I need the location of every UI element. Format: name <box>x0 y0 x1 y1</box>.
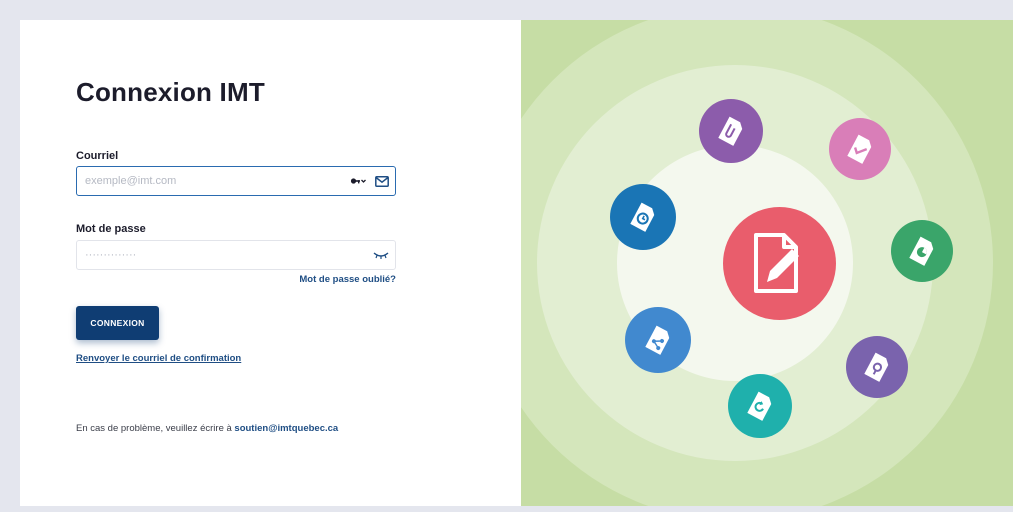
forgot-password-link[interactable]: Mot de passe oublié? <box>296 274 396 285</box>
envelope-icon <box>375 167 389 195</box>
resend-confirmation-link[interactable]: Renvoyer le courriel de confirmation <box>76 353 241 364</box>
password-field-wrapper <box>76 240 396 270</box>
support-email-link[interactable]: soutien@imtquebec.ca <box>234 423 338 434</box>
password-label: Mot de passe <box>76 223 146 235</box>
document-edit-icon <box>723 207 836 320</box>
connexion-button[interactable]: CONNEXION <box>76 306 159 340</box>
eye-closed-icon[interactable] <box>373 241 389 269</box>
document-check-icon <box>829 118 891 180</box>
password-field[interactable] <box>77 241 327 269</box>
login-card: Connexion IMT Courriel Mot de passe <box>20 20 1013 506</box>
document-clip-icon <box>699 99 763 163</box>
document-refresh-icon <box>728 374 792 438</box>
illustration-panel <box>521 20 1013 506</box>
key-autofill-icon[interactable] <box>350 167 366 195</box>
document-pie-chart-icon <box>891 220 953 282</box>
email-label: Courriel <box>76 150 119 162</box>
page-title: Connexion IMT <box>76 77 265 107</box>
login-panel: Connexion IMT Courriel Mot de passe <box>20 20 521 506</box>
document-clock-icon <box>610 184 676 250</box>
help-message: En cas de problème, veuillez écrire à <box>76 423 232 434</box>
help-text: En cas de problème, veuillez écrire à so… <box>76 423 338 434</box>
email-field-wrapper <box>76 166 396 196</box>
document-search-icon <box>846 336 908 398</box>
email-field[interactable] <box>77 167 327 195</box>
document-share-icon <box>625 307 691 373</box>
